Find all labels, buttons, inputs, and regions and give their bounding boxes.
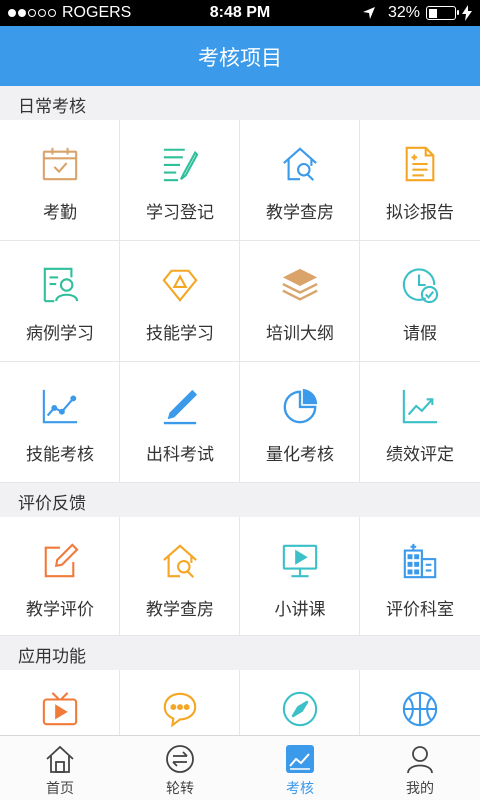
edit-icon [44, 543, 79, 578]
grid-item-label: 教学评价 [26, 600, 94, 620]
compass-icon [282, 691, 318, 727]
assessment-icon [286, 745, 314, 773]
grid-item-discover[interactable] [240, 670, 360, 735]
section-header-apps: 应用功能 [0, 636, 480, 670]
grid-item-label: 技能学习 [146, 324, 214, 344]
grid-item-tv[interactable] [0, 670, 120, 735]
grid-item-teaching-evaluation[interactable]: 教学评价 [0, 517, 120, 635]
grid-item-label: 教学查房 [266, 203, 334, 223]
tab-profile[interactable]: 我的 [360, 736, 480, 800]
grid-item-label: 考勤 [43, 203, 77, 223]
home-icon [46, 745, 74, 773]
grid-item-study-register[interactable]: 学习登记 [120, 120, 240, 240]
section-header-feedback: 评价反馈 [0, 483, 480, 517]
chat-icon [163, 692, 197, 728]
grid-item-label: 拟诊报告 [386, 203, 454, 223]
rotate-icon [166, 745, 194, 773]
grid-item-teaching-rounds-feedback[interactable]: 教学查房 [120, 517, 240, 635]
grid-item-label: 技能考核 [26, 445, 94, 465]
list-pen-icon [163, 148, 199, 182]
grid-row-2: 病例学习 技能学习 培训大纲 请假 [0, 241, 480, 362]
calendar-check-icon [42, 147, 78, 181]
pie-chart-icon [283, 388, 318, 424]
diamond-icon [162, 269, 198, 302]
grid-item-label: 小讲课 [274, 600, 326, 620]
tv-icon [42, 692, 78, 726]
grid-item-chat[interactable] [120, 670, 240, 735]
battery-percent: 32% [387, 4, 420, 21]
grid-item-teaching-rounds[interactable]: 教学查房 [240, 120, 360, 240]
status-bar: ROGERS 8:48 PM 32% [0, 0, 480, 26]
grid-item-label: 绩效评定 [386, 445, 454, 465]
grid-item-label: 病例学习 [26, 324, 94, 344]
house-search-icon [283, 147, 317, 181]
user-icon [407, 746, 433, 774]
grid-item-label: 请假 [403, 324, 437, 344]
section-title: 评价反馈 [18, 494, 86, 514]
grid-row-1: 考勤 学习登记 教学查房 拟诊报告 [0, 120, 480, 241]
grid-item-sports[interactable] [360, 670, 480, 735]
house-search-icon [163, 544, 197, 578]
report-icon [405, 146, 435, 182]
tab-label: 首页 [46, 781, 74, 797]
grid-item-attendance[interactable]: 考勤 [0, 120, 120, 240]
grid-item-skill-assessment[interactable]: 技能考核 [0, 362, 120, 482]
hospital-icon [403, 543, 437, 579]
clock-check-icon [402, 268, 439, 304]
grid-item-skill-study[interactable]: 技能学习 [120, 241, 240, 361]
trend-chart-icon [402, 389, 438, 424]
grid-item-case-study[interactable]: 病例学习 [0, 241, 120, 361]
grid-item-label: 评价科室 [386, 600, 454, 620]
line-chart-icon [42, 389, 78, 424]
grid-item-label: 教学查房 [146, 600, 214, 620]
grid-item-label: 培训大纲 [266, 324, 334, 344]
tab-label: 轮转 [166, 781, 194, 797]
grid-item-label: 出科考试 [146, 445, 214, 465]
tab-rotation[interactable]: 轮转 [120, 736, 240, 800]
pen-icon [163, 389, 198, 425]
grid-item-training-outline[interactable]: 培训大纲 [240, 241, 360, 361]
grid-item-label: 量化考核 [266, 445, 334, 465]
grid-item-mini-lecture[interactable]: 小讲课 [240, 517, 360, 635]
tab-home[interactable]: 首页 [0, 736, 120, 800]
case-study-icon [43, 267, 79, 303]
grid-item-label: 学习登记 [146, 203, 214, 223]
grid-item-department-exam[interactable]: 出科考试 [120, 362, 240, 482]
location-arrow-icon [362, 7, 375, 19]
nav-bar: 考核项目 [0, 26, 480, 86]
charging-bolt-icon [462, 5, 472, 21]
layers-icon [282, 268, 318, 301]
grid-row-3: 技能考核 出科考试 量化考核 绩效评定 [0, 362, 480, 483]
grid-item-leave[interactable]: 请假 [360, 241, 480, 361]
battery-icon [426, 6, 459, 20]
grid-item-performance-evaluation[interactable]: 绩效评定 [360, 362, 480, 482]
grid-item-quantitative-assessment[interactable]: 量化考核 [240, 362, 360, 482]
page-title: 考核项目 [198, 46, 282, 70]
tab-assessment[interactable]: 考核 [240, 736, 360, 800]
grid-item-diagnosis-report[interactable]: 拟诊报告 [360, 120, 480, 240]
video-screen-icon [282, 544, 318, 578]
grid-row-4: 教学评价 教学查房 小讲课 评价科室 [0, 517, 480, 636]
grid-item-evaluate-department[interactable]: 评价科室 [360, 517, 480, 635]
section-title: 应用功能 [18, 647, 86, 667]
basketball-icon [402, 691, 438, 727]
tab-label: 考核 [286, 781, 314, 797]
section-header-daily: 日常考核 [0, 86, 480, 120]
grid-row-5 [0, 670, 480, 735]
tab-label: 我的 [406, 781, 434, 797]
section-title: 日常考核 [18, 97, 86, 117]
tab-bar: 首页 轮转 考核 我的 [0, 735, 480, 800]
